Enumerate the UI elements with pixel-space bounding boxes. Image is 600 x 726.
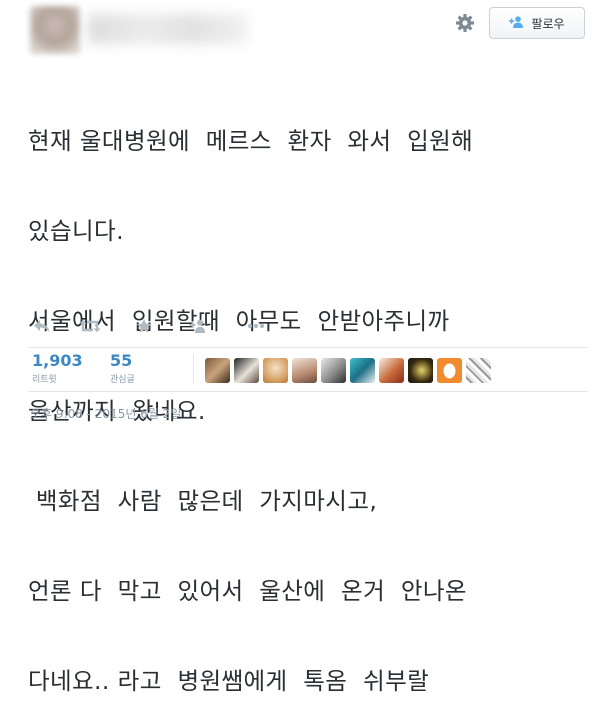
user-avatar[interactable] <box>205 358 230 383</box>
user-avatar[interactable] <box>379 358 404 383</box>
retweet-count: 1,903 <box>32 351 83 370</box>
divider <box>193 354 194 384</box>
tweet-line: 다네요.. 라고 병원쌤에게 톡옴 쉬부랄 <box>28 667 430 695</box>
user-avatar[interactable] <box>437 358 462 383</box>
author-name-blurred[interactable] <box>88 14 248 44</box>
retweet-label: 리트윗 <box>32 375 57 385</box>
user-avatar[interactable] <box>321 358 346 383</box>
tweet-timestamp[interactable]: 오후 9:08 - 2015년 6월 2일 <box>30 405 181 422</box>
user-avatar[interactable] <box>408 358 433 383</box>
divider <box>28 347 588 348</box>
favorite-icon[interactable] <box>132 314 156 338</box>
tweet-line: 현재 울대병원에 메르스 환자 와서 입원해 <box>28 127 474 155</box>
user-avatar[interactable] <box>263 358 288 383</box>
add-user-icon <box>509 15 525 31</box>
tweet-line: 언론 다 막고 있어서 울산에 온거 안나온 <box>28 577 467 605</box>
more-icon[interactable] <box>244 314 268 338</box>
gear-icon[interactable] <box>454 12 476 34</box>
tweet-actions <box>30 314 280 338</box>
tweet-header: 팔로우 <box>0 0 600 60</box>
favorite-stat[interactable]: 55 관심글 <box>110 351 135 386</box>
user-avatar[interactable] <box>292 358 317 383</box>
author-avatar[interactable] <box>30 6 80 54</box>
follow-button[interactable]: 팔로우 <box>489 7 585 39</box>
reply-icon[interactable] <box>30 314 54 338</box>
retweet-icon[interactable] <box>78 314 102 338</box>
follow-button-label: 팔로우 <box>531 16 565 31</box>
tweet-line: 있습니다. <box>28 217 124 245</box>
user-avatar[interactable] <box>350 358 375 383</box>
tweet-line: 백화점 사람 많은데 가지마시고, <box>28 487 378 515</box>
user-avatar[interactable] <box>466 358 491 383</box>
tweet-text: 현재 울대병원에 메르스 환자 와서 입원해 있습니다. 서울에서 입원할때 아… <box>28 66 588 726</box>
retweet-stat[interactable]: 1,903 리트윗 <box>32 351 83 386</box>
divider <box>28 391 588 392</box>
follow-icon[interactable] <box>186 314 210 338</box>
favorite-label: 관심글 <box>110 375 135 385</box>
user-avatar[interactable] <box>234 358 259 383</box>
favorite-count: 55 <box>110 351 133 370</box>
